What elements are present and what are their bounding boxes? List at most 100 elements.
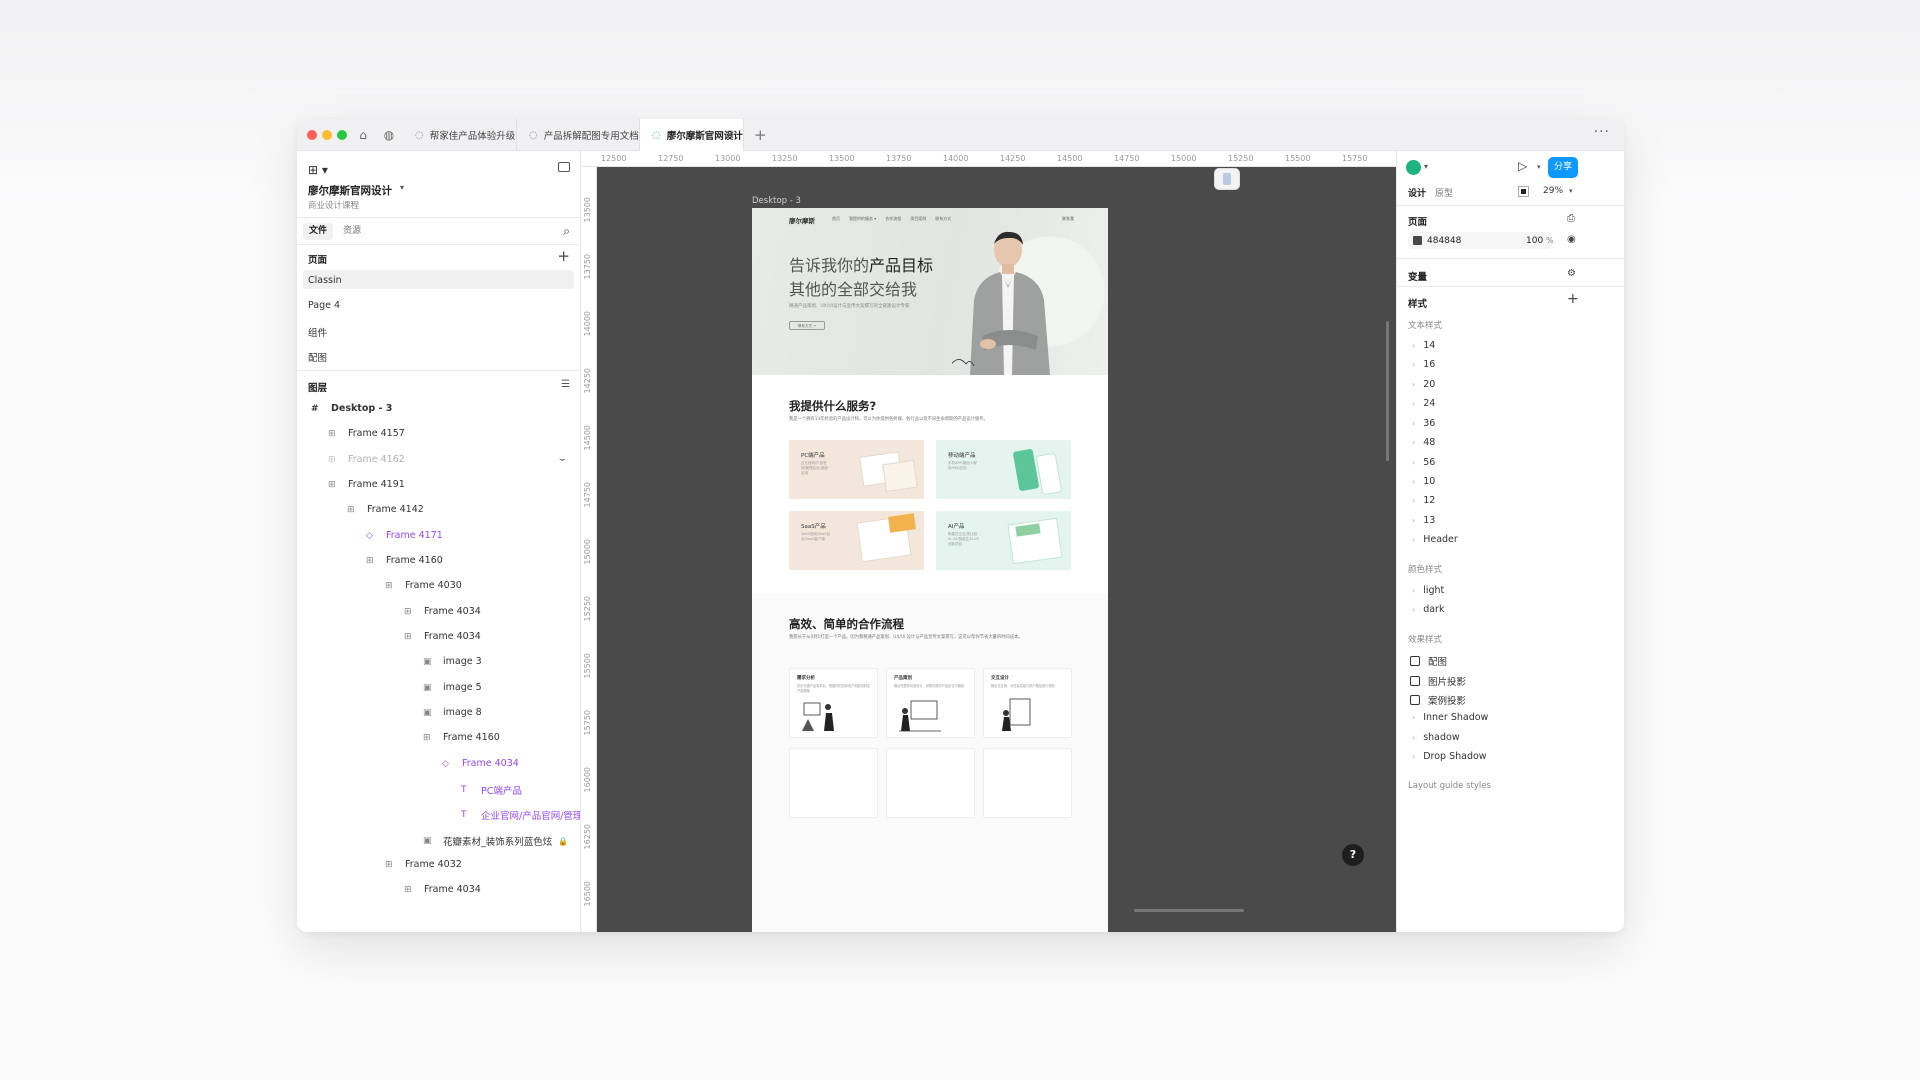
style-item[interactable]: › 13 [1412,515,1435,526]
style-item[interactable]: › 24 [1412,398,1435,409]
layer-row-component[interactable]: ◇ Frame 4171 [366,530,443,541]
present-play-icon[interactable]: ▷ [1518,159,1527,173]
effect-style-item[interactable]: 图片投影 [1410,674,1466,688]
style-item[interactable]: › light [1412,585,1444,596]
service-desc: 明星在交互/类比较 AI-UX/智能生AI-UX创新项目 [948,532,979,546]
close-window-button[interactable] [307,130,317,140]
tab-0[interactable]: ◌ 帮家佳产品体验升级 [403,119,517,151]
panel-toggle-icon[interactable] [558,162,570,172]
lock-icon[interactable]: 🔒 [558,837,568,846]
layer-row[interactable]: ▣ image 3 [423,656,482,667]
style-item[interactable]: › 14 [1412,340,1435,351]
close-tab-icon[interactable]: ✕ [725,128,735,142]
layer-row[interactable]: ⊞ Frame 4034 [404,884,481,895]
layer-row-component[interactable]: ◇ Frame 4034 [442,758,519,769]
style-item[interactable]: › 20 [1412,379,1435,390]
add-style-icon[interactable]: + [1567,291,1579,307]
style-item[interactable]: › Inner Shadow [1412,712,1488,723]
layer-row[interactable]: ⊞ Frame 4034 [404,606,481,617]
collapse-layers-icon[interactable]: ☰ [561,379,570,390]
color-mode-icon[interactable] [1518,186,1529,197]
right-sidebar: ▾ ▷ ▾ 分享 设计 原型 29% ▾ 页面 ⎙ 484848 100 % ◉… [1396,151,1624,932]
help-button[interactable]: ? [1342,844,1364,866]
divider [1397,258,1624,259]
export-icon[interactable]: ⎙ [1567,213,1575,224]
style-label: light [1423,585,1445,596]
layer-row-hidden[interactable]: ⊞ Frame 4162 [328,454,405,465]
maximize-window-button[interactable] [337,130,347,140]
layer-row[interactable]: ▣ image 8 [423,707,482,718]
style-item[interactable]: › 48 [1412,437,1435,448]
style-item[interactable]: › dark [1412,604,1444,615]
page-item[interactable]: Page 4 [308,300,340,311]
layer-row[interactable]: ⊞ Frame 4032 [385,859,462,870]
style-item[interactable]: › 36 [1412,418,1435,429]
style-item[interactable]: › Drop Shadow [1412,751,1487,762]
share-button[interactable]: 分享 [1548,157,1578,178]
layer-row[interactable]: ⊞ Frame 4191 [328,479,405,490]
style-item[interactable]: › 56 [1412,457,1435,468]
layer-row[interactable]: ⊞ Frame 4160 [423,732,500,743]
eye-icon[interactable]: ◉ [1567,234,1576,245]
style-item[interactable]: › 10 [1412,476,1435,487]
search-icon[interactable]: ⌕ [563,224,570,239]
page-item[interactable]: Classin [308,275,342,286]
style-item[interactable]: › 16 [1412,359,1435,370]
effect-style-item[interactable]: 案例投影 [1410,693,1466,707]
layer-row[interactable]: ⊞ Frame 4142 [347,504,424,515]
color-swatch[interactable] [1413,236,1422,245]
layer-row-text[interactable]: T 企业官网/产品官网/管理后 [461,808,580,822]
avatar[interactable] [1406,160,1421,175]
style-item[interactable]: › shadow [1412,732,1460,743]
globe-icon[interactable]: ◍ [381,127,397,143]
chevron-down-icon[interactable]: ▾ [1424,162,1428,171]
style-label: dark [1423,604,1445,615]
more-menu-icon[interactable]: ··· [1594,124,1610,140]
layer-row[interactable]: ⊞ Frame 4157 [328,428,405,439]
tab-design[interactable]: 设计 [1408,186,1426,199]
layer-row[interactable]: ⊞ Frame 4160 [366,555,443,566]
layer-row[interactable]: ⊞ Frame 4034 [404,631,481,642]
effect-style-item[interactable]: 配图 [1410,654,1447,668]
layer-row[interactable]: ▣ image 5 [423,682,482,693]
service-title: SaaS产品 [801,524,826,530]
layer-row[interactable]: ▣ 花瓣素材_装饰系列蓝色炫 🔒 [423,834,568,848]
page-fill-hex[interactable]: 484848 [1427,236,1461,246]
file-name[interactable]: 廖尔摩斯官网设计 ▾ [308,183,404,198]
service-title: AI产品 [948,524,965,530]
layer-row[interactable]: ⊞ Frame 4030 [385,580,462,591]
design-canvas[interactable]: Desktop - 3 廖尔摩斯 首页 我提供的服务 ▾ 合作流程 项目案例 联… [597,151,1396,932]
auto-layout-icon: ⊞ [404,631,412,642]
page-fill-opacity[interactable]: 100 [1526,236,1543,246]
tab-assets[interactable]: 资源 [340,223,364,240]
desktop-frame[interactable]: 廖尔摩斯 首页 我提供的服务 ▾ 合作流程 项目案例 联系方式 联系我 告诉我你… [752,208,1108,932]
style-item[interactable]: › Header [1412,534,1458,545]
new-tab-icon[interactable]: + [754,126,767,144]
tab-prototype[interactable]: 原型 [1435,186,1453,199]
chevron-down-icon[interactable]: ▾ [1569,187,1573,195]
variables-settings-icon[interactable]: ⚙ [1567,268,1576,279]
page-item[interactable]: 配图 [308,350,327,364]
layer-row[interactable]: # Desktop - 3 [311,403,392,414]
page-item[interactable]: 组件 [308,325,327,339]
add-page-icon[interactable]: + [557,247,570,265]
home-icon[interactable]: ⌂ [355,127,371,143]
chevron-down-icon[interactable]: ▾ [1537,163,1541,171]
layer-row-text[interactable]: T PC端产品 [461,783,522,797]
zoom-level[interactable]: 29% [1543,186,1563,196]
tab-2[interactable]: ◌ 廖尔摩斯官网设计 ✕ [640,119,744,151]
tab-1[interactable]: ◌ 产品拆解配图专用文档 [517,119,640,151]
style-item[interactable]: › 12 [1412,495,1435,506]
vertical-scrollbar[interactable] [1386,321,1389,461]
hidden-eye-icon[interactable]: ⌣ [559,454,566,465]
effect-style-icon [1410,676,1420,686]
minimize-window-button[interactable] [322,130,332,140]
frame-label[interactable]: Desktop - 3 [752,196,801,206]
chevron-right-icon: › [1412,399,1416,408]
multiplayer-cursor-icon[interactable] [1214,168,1240,190]
style-label: 图片投影 [1428,677,1467,688]
tab-file[interactable]: 文件 [303,223,334,240]
main-menu-icon[interactable]: ⊞ ▾ [308,163,328,177]
horizontal-scrollbar[interactable] [1134,909,1244,912]
text-icon: T [461,810,467,820]
